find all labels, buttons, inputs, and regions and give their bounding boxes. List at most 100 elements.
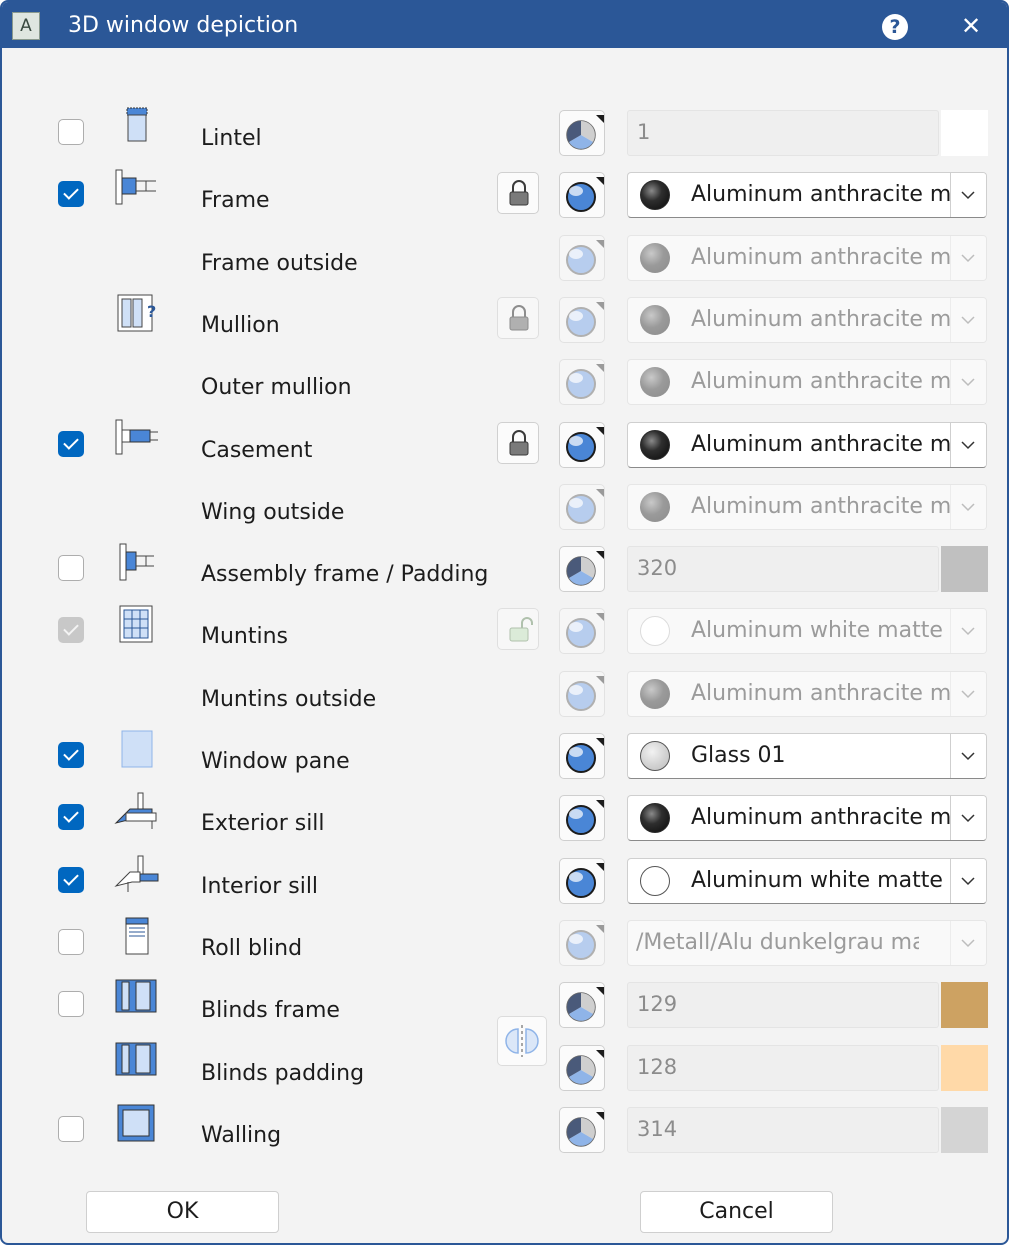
frame-lock-button[interactable] (497, 172, 539, 215)
casement-material-button[interactable] (559, 421, 605, 468)
blinds-padding-value-field[interactable]: 128 (627, 1044, 939, 1091)
roll-blind-material-button (559, 919, 605, 966)
lintel-color-swatch[interactable] (941, 110, 988, 156)
pen-color-icon (566, 115, 604, 150)
pen-color-icon (566, 1111, 604, 1147)
sphere-picker-icon (566, 488, 604, 524)
lock-icon (509, 180, 529, 206)
casement-material-value: Aluminum anthracite matte (691, 431, 974, 457)
walling-color-swatch[interactable] (941, 1106, 988, 1153)
chevron-down-icon[interactable] (950, 235, 986, 280)
lintel-icon (112, 104, 162, 148)
material-swatch-icon (640, 491, 670, 522)
exterior-sill-material-value: Aluminum anthracite matte (691, 805, 974, 831)
unlock-icon (509, 617, 533, 642)
blinds-frame-label: Blinds frame (201, 998, 340, 1024)
walling-value-field[interactable]: 314 (627, 1106, 939, 1153)
window-pane-material-button[interactable] (559, 733, 605, 779)
outer-mullion-label: Outer mullion (201, 375, 352, 401)
chevron-down-icon[interactable] (950, 422, 986, 467)
row-wing-outside: Wing outside Aluminum anthracite matte (2, 482, 1007, 544)
material-swatch-icon (640, 678, 670, 709)
close-button[interactable]: ✕ (957, 10, 985, 42)
exterior-sill-material-dropdown[interactable]: Aluminum anthracite matte (627, 795, 987, 842)
sphere-picker-icon (566, 862, 604, 898)
chevron-down-icon[interactable] (950, 796, 986, 841)
material-swatch-icon (640, 865, 670, 896)
material-swatch-icon (640, 180, 670, 211)
chevron-down-icon[interactable] (950, 734, 986, 778)
title-bar: A 3D window depiction ? ✕ (2, 2, 1007, 48)
blinds-frame-checkbox[interactable] (58, 991, 84, 1018)
interior-sill-material-button[interactable] (559, 857, 605, 904)
blinds-frame-pen-button[interactable] (559, 982, 605, 1029)
frame-material-button[interactable] (559, 172, 605, 219)
blinds-padding-value: 128 (637, 1054, 678, 1079)
exterior-sill-material-button[interactable] (559, 795, 605, 842)
assembly-frame-padding-color-swatch[interactable] (941, 546, 988, 593)
assembly-frame-padding-checkbox[interactable] (58, 555, 84, 582)
mullion-material-dropdown: Aluminum anthracite matte (627, 296, 987, 343)
material-swatch-icon (640, 304, 670, 335)
sphere-picker-icon (566, 239, 604, 275)
casement-material-dropdown[interactable]: Aluminum anthracite matte (627, 421, 987, 468)
window-pane-label: Window pane (201, 749, 350, 774)
row-roll-blind: Roll blind/Metall/Alu dunkelgrau matt (2, 917, 1007, 980)
roll-blind-checkbox[interactable] (58, 928, 84, 955)
frame-material-value: Aluminum anthracite matte (691, 182, 974, 208)
interior-sill-material-value: Aluminum white matte 01 (691, 867, 974, 893)
window-pane-checkbox[interactable] (58, 742, 84, 768)
row-casement: Casement Aluminum anthracite matte (2, 419, 1007, 482)
cancel-button[interactable]: Cancel (640, 1191, 833, 1233)
exterior-sill-checkbox[interactable] (58, 804, 84, 831)
help-button[interactable]: ? (882, 14, 908, 40)
muntins-icon (112, 602, 162, 646)
lintel-checkbox[interactable] (58, 119, 84, 145)
chevron-down-icon[interactable] (950, 173, 986, 218)
chevron-down-icon[interactable] (950, 360, 986, 405)
chevron-down-icon[interactable] (950, 920, 986, 965)
exterior-sill-icon (112, 789, 162, 833)
mullion-material-value: Aluminum anthracite matte (691, 306, 974, 332)
window-pane-material-dropdown[interactable]: Glass 01 (627, 733, 987, 779)
chevron-down-icon[interactable] (950, 297, 986, 342)
interior-sill-label: Interior sill (201, 873, 319, 899)
frame-checkbox[interactable] (58, 181, 84, 208)
casement-icon (112, 416, 162, 460)
blinds-frame-icon (112, 976, 162, 1020)
walling-checkbox[interactable] (58, 1115, 84, 1142)
row-assembly-frame-padding: Assembly frame / Padding 320 (2, 543, 1007, 606)
pen-color-icon (566, 1049, 604, 1085)
row-muntins-outside: Muntins outside Aluminum anthracite matte (2, 669, 1007, 731)
mirror-button[interactable] (497, 1016, 547, 1066)
roll-blind-material-dropdown: /Metall/Alu dunkelgrau matt (627, 919, 987, 966)
blinds-frame-color-swatch[interactable] (941, 982, 988, 1029)
interior-sill-material-dropdown[interactable]: Aluminum white matte 01 (627, 857, 987, 904)
assembly-frame-padding-value-field[interactable]: 320 (627, 546, 939, 593)
row-exterior-sill: Exterior sill Aluminum anthracite matte (2, 792, 1007, 855)
blinds-frame-value-field[interactable]: 129 (627, 982, 939, 1029)
material-swatch-icon (640, 367, 670, 398)
row-frame: Frame Aluminum anthracite matte (2, 169, 1007, 232)
lintel-value-field[interactable]: 1 (627, 110, 939, 156)
casement-checkbox[interactable] (58, 430, 84, 457)
pen-color-icon (566, 551, 604, 586)
frame-material-dropdown[interactable]: Aluminum anthracite matte (627, 172, 987, 219)
chevron-down-icon[interactable] (950, 609, 986, 654)
lintel-pen-button[interactable] (559, 110, 605, 156)
walling-pen-button[interactable] (559, 1106, 605, 1153)
wing-outside-material-button (559, 483, 605, 530)
interior-sill-checkbox[interactable] (58, 866, 84, 893)
frame-icon (112, 166, 162, 210)
casement-lock-button[interactable] (497, 421, 539, 464)
assembly-frame-padding-pen-button[interactable] (559, 546, 605, 593)
chevron-down-icon[interactable] (950, 484, 986, 529)
walling-label: Walling (201, 1122, 282, 1148)
muntins-material-value: Aluminum white matte 01 (691, 618, 974, 644)
blinds-padding-pen-button[interactable] (559, 1044, 605, 1091)
ok-button[interactable]: OK (86, 1191, 279, 1233)
blinds-padding-color-swatch[interactable] (941, 1044, 988, 1091)
chevron-down-icon[interactable] (950, 858, 986, 903)
row-mullion: ? Mullion Aluminum anthracite matte (2, 294, 1007, 357)
chevron-down-icon[interactable] (950, 671, 986, 716)
